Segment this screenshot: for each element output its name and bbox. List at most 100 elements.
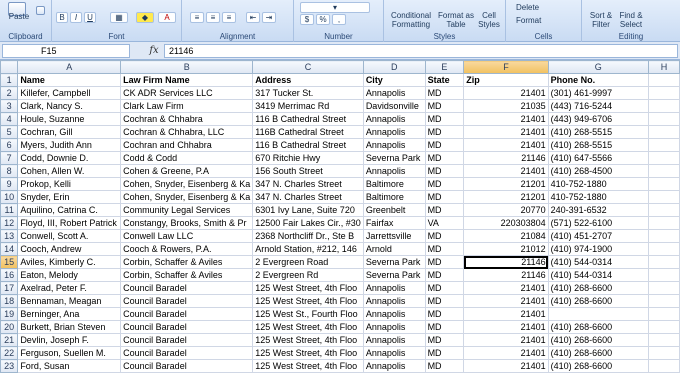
cell-b11[interactable]: Community Legal Services xyxy=(120,203,254,217)
cell-b3[interactable]: Clark Law Firm xyxy=(120,99,254,113)
cell-d18[interactable]: Annapolis xyxy=(362,294,426,308)
row-header[interactable]: 16 xyxy=(0,268,19,282)
cell-e17[interactable]: MD xyxy=(424,281,465,295)
cell-b8[interactable]: Cohen & Greene, P.A xyxy=(120,164,254,178)
cell-b5[interactable]: Cochran & Chhabra, LLC xyxy=(120,125,254,139)
column-header-d[interactable]: D xyxy=(362,60,426,74)
cell-c22[interactable]: 125 West Street, 4th Floo xyxy=(252,346,364,360)
cell-f11[interactable]: 20770 xyxy=(463,203,549,217)
align-left-icon[interactable]: ≡ xyxy=(190,12,204,23)
cell-g16[interactable]: (410) 544-0314 xyxy=(547,268,650,282)
cell-f2[interactable]: 21401 xyxy=(463,86,549,100)
cell-a4[interactable]: Houle, Suzanne xyxy=(17,112,122,126)
cell-e2[interactable]: MD xyxy=(424,86,465,100)
row-header[interactable]: 1 xyxy=(0,73,19,87)
row-header[interactable]: 13 xyxy=(0,229,19,243)
cell-a3[interactable]: Clark, Nancy S. xyxy=(17,99,122,113)
cell-b10[interactable]: Cohen, Snyder, Eisenberg & Ka xyxy=(120,190,254,204)
cell-a9[interactable]: Prokop, Kelli xyxy=(17,177,122,191)
cell-h11[interactable] xyxy=(648,203,680,217)
cell-h7[interactable] xyxy=(648,151,680,165)
cell-b12[interactable]: Constangy, Brooks, Smith & Pr xyxy=(120,216,254,230)
cell-h9[interactable] xyxy=(648,177,680,191)
cell-h3[interactable] xyxy=(648,99,680,113)
cell-a19[interactable]: Berninger, Ana xyxy=(17,307,122,321)
cell-h10[interactable] xyxy=(648,190,680,204)
cell-d13[interactable]: Jarrettsville xyxy=(362,229,426,243)
cell-b13[interactable]: Conwell Law LLC xyxy=(120,229,254,243)
row-header[interactable]: 23 xyxy=(0,359,19,373)
cell-d14[interactable]: Arnold xyxy=(362,242,426,256)
cell-c19[interactable]: 125 West St., Fourth Floo xyxy=(252,307,364,321)
cell-d20[interactable]: Annapolis xyxy=(362,320,426,334)
cell-b18[interactable]: Council Baradel xyxy=(120,294,254,308)
cell-b16[interactable]: Corbin, Schaffer & Aviles xyxy=(120,268,254,282)
cell-f4[interactable]: 21401 xyxy=(463,112,549,126)
cell-b22[interactable]: Council Baradel xyxy=(120,346,254,360)
row-header[interactable]: 9 xyxy=(0,177,19,191)
cell-b17[interactable]: Council Baradel xyxy=(120,281,254,295)
cell-c10[interactable]: 347 N. Charles Street xyxy=(252,190,364,204)
number-format-select[interactable]: ▾ xyxy=(300,2,370,13)
cell-g4[interactable]: (443) 949-6706 xyxy=(547,112,650,126)
row-header[interactable]: 17 xyxy=(0,281,19,295)
cell-d16[interactable]: Severna Park xyxy=(362,268,426,282)
row-header[interactable]: 21 xyxy=(0,333,19,347)
cell-h8[interactable] xyxy=(648,164,680,178)
cell-b9[interactable]: Cohen, Snyder, Eisenberg & Ka xyxy=(120,177,254,191)
align-center-icon[interactable]: ≡ xyxy=(206,12,220,23)
cell-g15[interactable]: (410) 544-0314 xyxy=(547,255,650,269)
cell-d3[interactable]: Davidsonville xyxy=(362,99,426,113)
row-header[interactable]: 22 xyxy=(0,346,19,360)
cell-a10[interactable]: Snyder, Erin xyxy=(17,190,122,204)
cell-f15[interactable]: 21146 xyxy=(463,255,549,269)
indent-decrease-icon[interactable]: ⇤ xyxy=(246,12,260,23)
cell-c4[interactable]: 116 B Cathedral Street xyxy=(252,112,364,126)
cell-g7[interactable]: (410) 647-5566 xyxy=(547,151,650,165)
cell-e4[interactable]: MD xyxy=(424,112,465,126)
cell-g18[interactable]: (410) 268-6600 xyxy=(547,294,650,308)
cell-c20[interactable]: 125 West Street, 4th Floo xyxy=(252,320,364,334)
cell-h12[interactable] xyxy=(648,216,680,230)
cell-c16[interactable]: 2 Evergreen Rd xyxy=(252,268,364,282)
cell-f9[interactable]: 21201 xyxy=(463,177,549,191)
cell-d9[interactable]: Baltimore xyxy=(362,177,426,191)
cell-e1[interactable]: State xyxy=(424,73,465,87)
cell-d17[interactable]: Annapolis xyxy=(362,281,426,295)
cell-c11[interactable]: 6301 Ivy Lane, Suite 720 xyxy=(252,203,364,217)
cell-c9[interactable]: 347 N. Charles Street xyxy=(252,177,364,191)
cell-a11[interactable]: Aquilino, Catrina C. xyxy=(17,203,122,217)
cell-b1[interactable]: Law Firm Name xyxy=(120,73,254,87)
cell-f5[interactable]: 21401 xyxy=(463,125,549,139)
cell-f18[interactable]: 21401 xyxy=(463,294,549,308)
cell-f13[interactable]: 21084 xyxy=(463,229,549,243)
cell-b7[interactable]: Codd & Codd xyxy=(120,151,254,165)
cell-g6[interactable]: (410) 268-5515 xyxy=(547,138,650,152)
cell-e12[interactable]: VA xyxy=(424,216,465,230)
italic-icon[interactable]: I xyxy=(70,12,82,23)
cell-h18[interactable] xyxy=(648,294,680,308)
row-header[interactable]: 15 xyxy=(0,255,19,269)
cell-e21[interactable]: MD xyxy=(424,333,465,347)
cell-a13[interactable]: Conwell, Scott A. xyxy=(17,229,122,243)
cell-d6[interactable]: Annapolis xyxy=(362,138,426,152)
cell-a18[interactable]: Bennaman, Meagan xyxy=(17,294,122,308)
cell-e20[interactable]: MD xyxy=(424,320,465,334)
cell-h13[interactable] xyxy=(648,229,680,243)
row-header[interactable]: 14 xyxy=(0,242,19,256)
cell-e9[interactable]: MD xyxy=(424,177,465,191)
cell-h17[interactable] xyxy=(648,281,680,295)
cell-f12[interactable]: 220303804 xyxy=(463,216,549,230)
cell-g13[interactable]: (410) 451-2707 xyxy=(547,229,650,243)
cell-g22[interactable]: (410) 268-6600 xyxy=(547,346,650,360)
cell-b23[interactable]: Council Baradel xyxy=(120,359,254,373)
cell-g21[interactable]: (410) 268-6600 xyxy=(547,333,650,347)
cell-g3[interactable]: (443) 716-5244 xyxy=(547,99,650,113)
cell-d22[interactable]: Annapolis xyxy=(362,346,426,360)
insert-function-icon[interactable]: fx xyxy=(146,44,162,58)
cell-e19[interactable]: MD xyxy=(424,307,465,321)
cell-b15[interactable]: Corbin, Schaffer & Aviles xyxy=(120,255,254,269)
row-header[interactable]: 5 xyxy=(0,125,19,139)
cell-g19[interactable] xyxy=(547,307,650,321)
cell-c21[interactable]: 125 West Street, 4th Floo xyxy=(252,333,364,347)
